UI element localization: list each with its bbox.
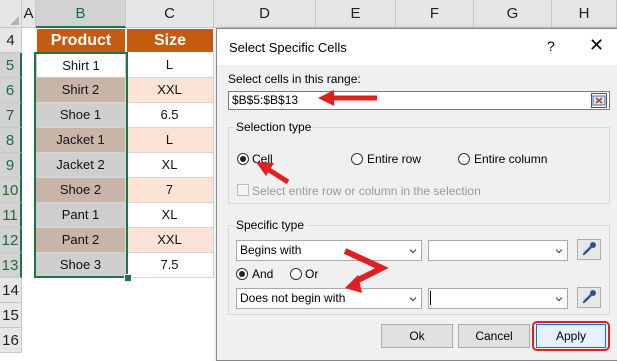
arrow-to-range-icon	[318, 90, 377, 106]
arrow-to-criteria-icon	[343, 248, 389, 293]
arrow-to-cell-icon	[256, 162, 290, 185]
annotation-layer	[256, 90, 389, 293]
